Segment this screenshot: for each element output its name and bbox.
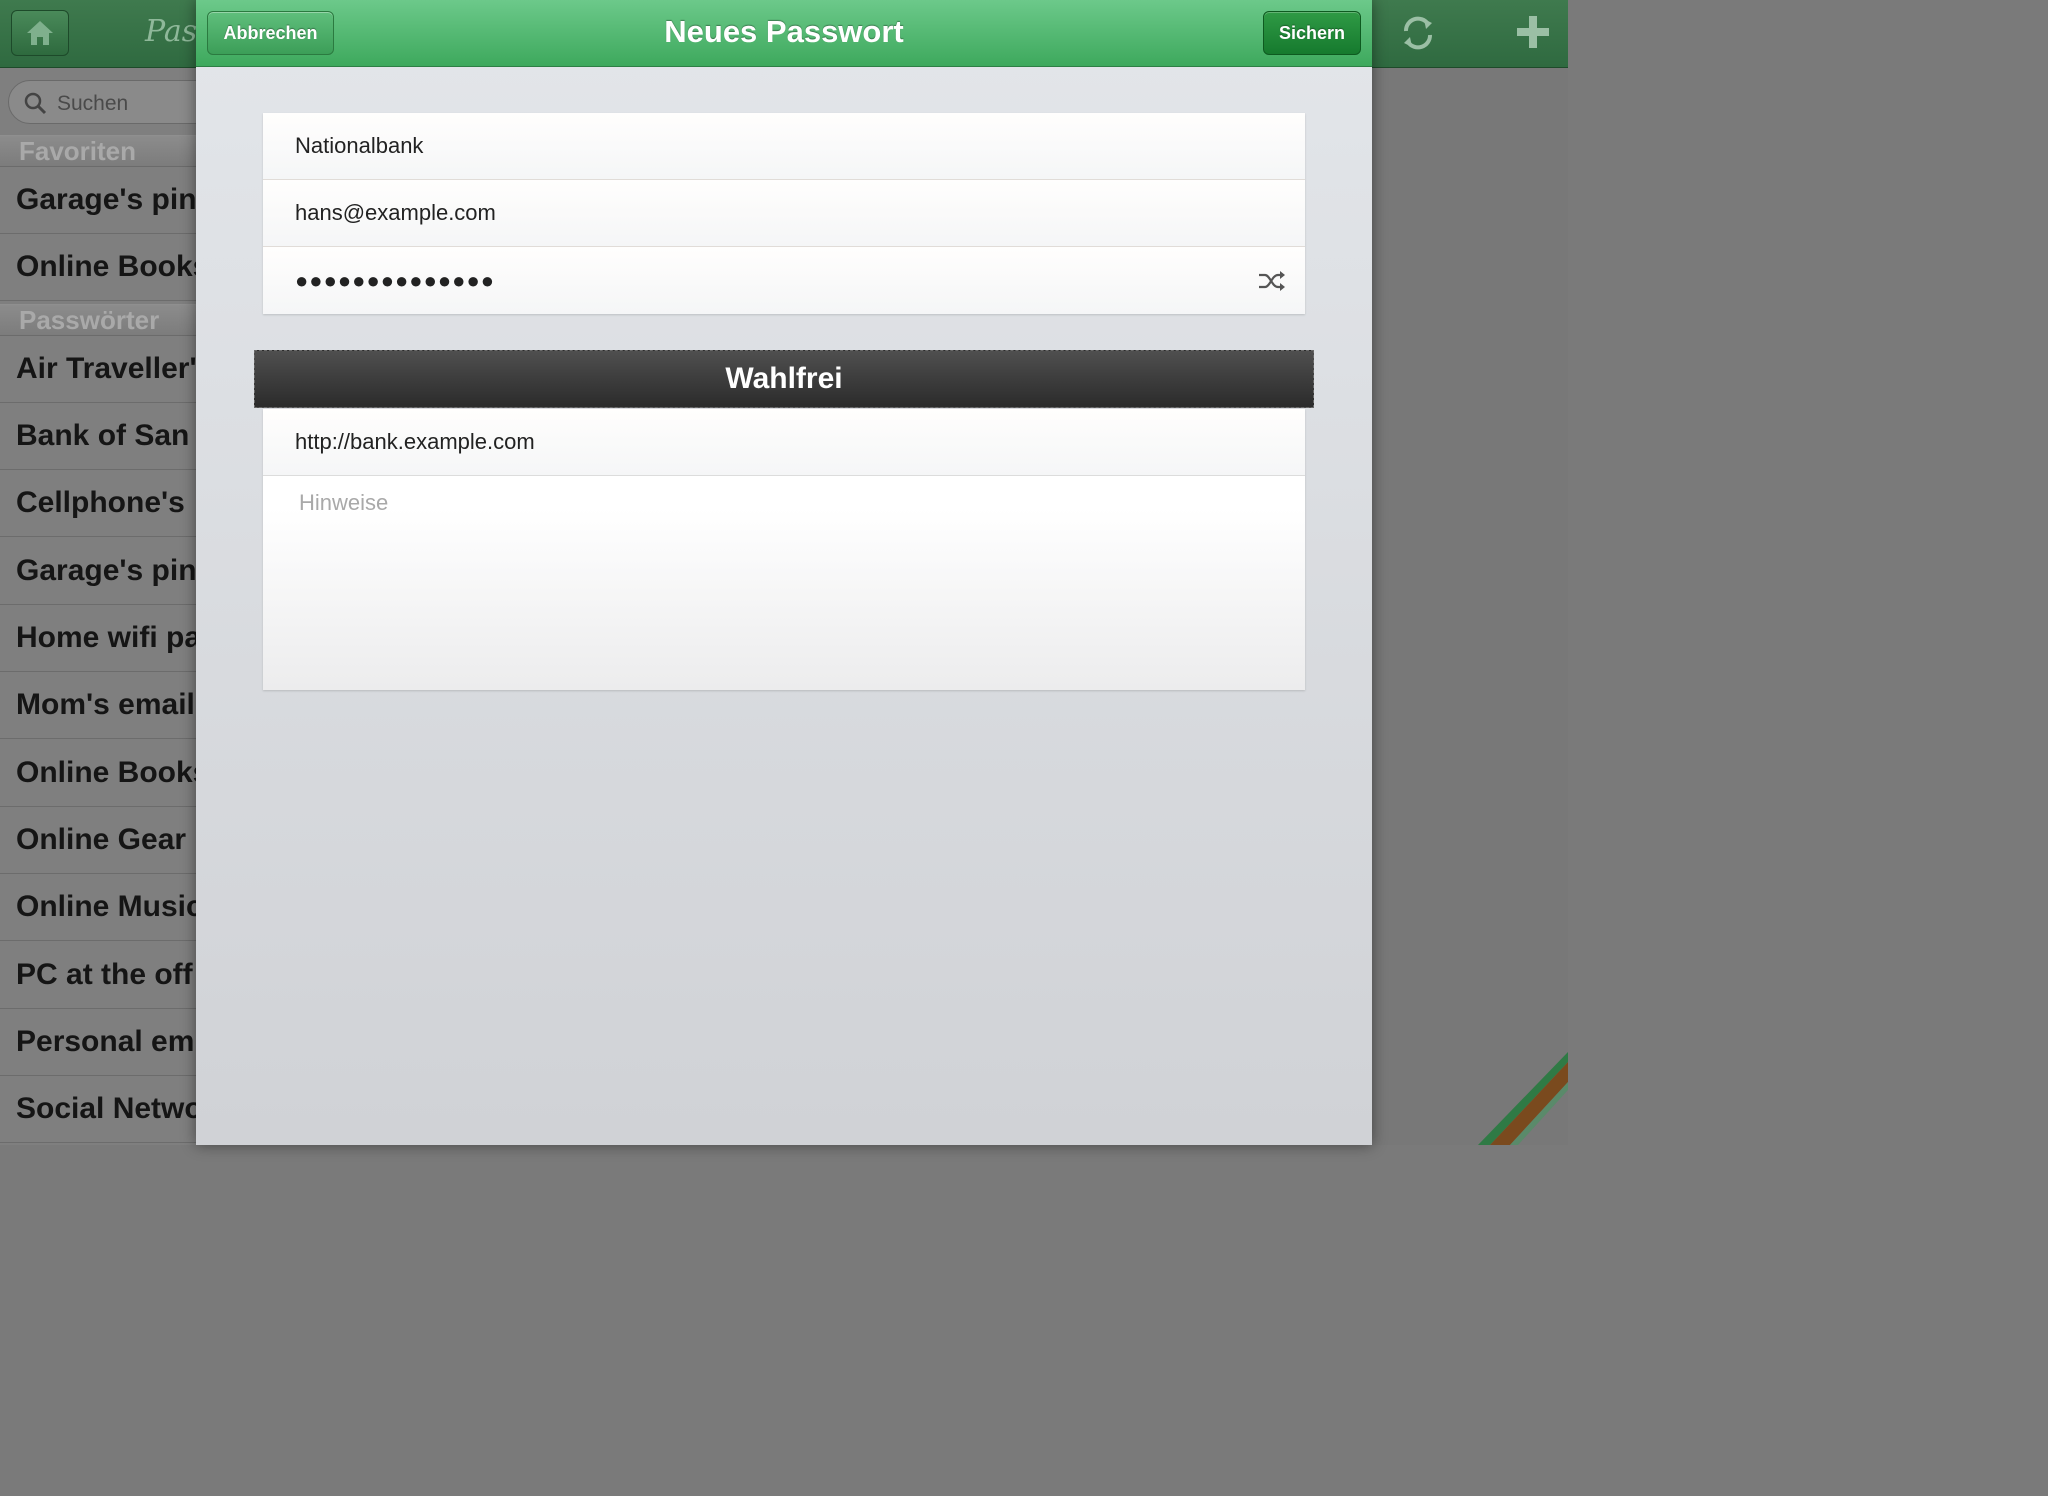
list-item[interactable]: Cellphone's bbox=[0, 470, 200, 537]
background-detail-pane bbox=[1372, 68, 1568, 1145]
add-icon[interactable] bbox=[1515, 14, 1551, 50]
search-icon bbox=[24, 92, 47, 115]
shuffle-icon[interactable] bbox=[1257, 269, 1287, 293]
list-item[interactable]: Personal em bbox=[0, 1009, 200, 1076]
optional-section-header: Wahlfrei bbox=[254, 350, 1314, 408]
list-item[interactable]: Garage's pin bbox=[0, 167, 200, 234]
list-item[interactable]: Home wifi pa bbox=[0, 605, 200, 672]
credentials-card: ●●●●●●●●●●●●●● bbox=[263, 113, 1305, 314]
search-placeholder: Suchen bbox=[57, 92, 129, 115]
list-item[interactable]: PC at the off bbox=[0, 942, 200, 1009]
title-row bbox=[263, 113, 1305, 180]
new-password-dialog: Neues Passwort Abbrechen Sichern ●●●●●●●… bbox=[196, 0, 1372, 1145]
dialog-title: Neues Passwort bbox=[664, 14, 904, 49]
home-button[interactable] bbox=[11, 10, 69, 56]
notes-field[interactable] bbox=[263, 476, 1305, 690]
password-field[interactable]: ●●●●●●●●●●●●●● bbox=[295, 247, 495, 314]
cancel-button[interactable]: Abbrechen bbox=[207, 11, 334, 55]
sync-icon[interactable] bbox=[1398, 13, 1438, 53]
url-field[interactable] bbox=[263, 409, 1305, 475]
list-item[interactable]: Online Books bbox=[0, 234, 200, 301]
list-item[interactable]: Garage's pin bbox=[0, 538, 200, 605]
list-item[interactable]: Online Books bbox=[0, 740, 200, 807]
optional-card bbox=[263, 409, 1305, 690]
list-item[interactable]: Social Netwo bbox=[0, 1076, 200, 1143]
list-item[interactable]: Mom's email bbox=[0, 672, 200, 739]
username-field[interactable] bbox=[263, 180, 1305, 246]
list-item[interactable]: Air Traveller's bbox=[0, 336, 200, 403]
section-header-favorites: Favoriten bbox=[0, 135, 200, 167]
title-field[interactable] bbox=[263, 113, 1305, 179]
password-row[interactable]: ●●●●●●●●●●●●●● bbox=[263, 247, 1305, 314]
page-curl-decoration bbox=[1478, 1052, 1568, 1145]
sidebar-search[interactable]: Suchen bbox=[8, 80, 200, 124]
notes-row bbox=[263, 476, 1305, 690]
list-item[interactable]: Online Music bbox=[0, 874, 200, 941]
sidebar: Suchen Favoriten Garage's pin Online Boo… bbox=[0, 68, 200, 1145]
list-item[interactable]: Online Gear bbox=[0, 807, 200, 874]
username-row bbox=[263, 180, 1305, 247]
save-button[interactable]: Sichern bbox=[1263, 11, 1361, 55]
home-icon bbox=[27, 21, 53, 45]
dialog-navbar: Neues Passwort Abbrechen Sichern bbox=[196, 0, 1372, 67]
section-header-passwords: Passwörter bbox=[0, 304, 200, 336]
list-item[interactable]: Bank of San bbox=[0, 403, 200, 470]
url-row bbox=[263, 409, 1305, 476]
